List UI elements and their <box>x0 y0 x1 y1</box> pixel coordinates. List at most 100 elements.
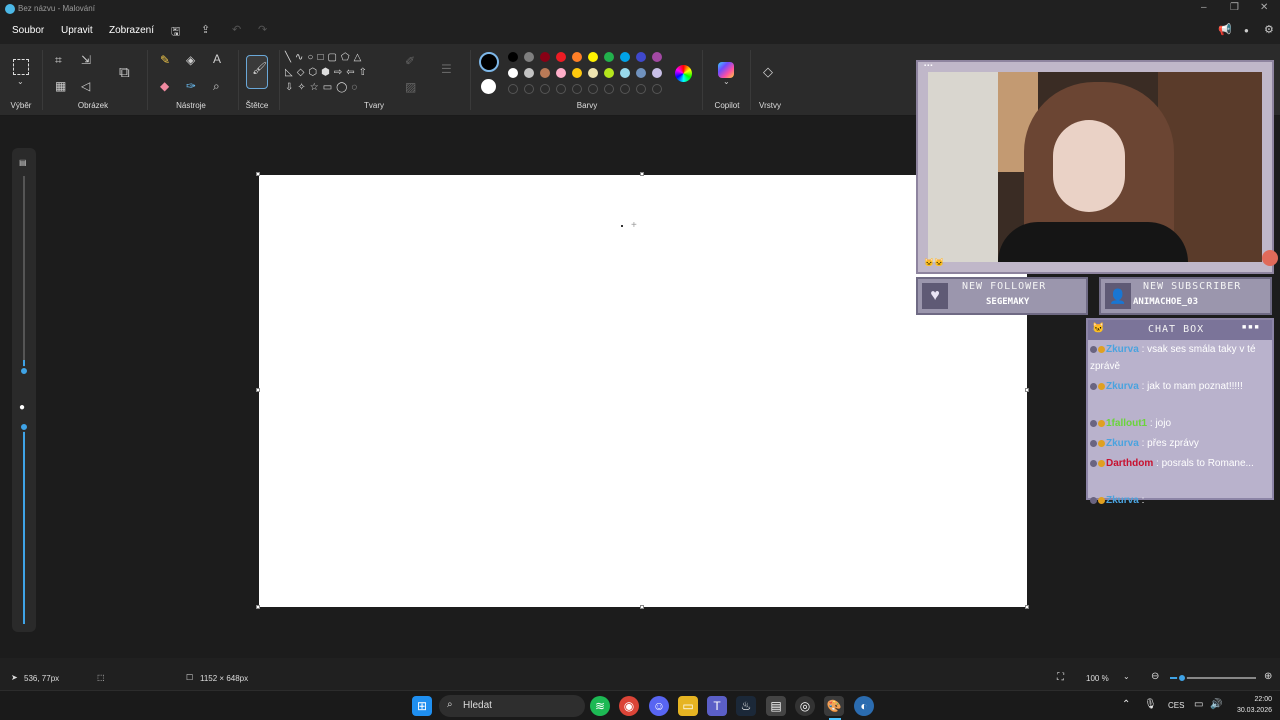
color-swatch[interactable] <box>524 68 534 78</box>
text-icon[interactable]: A <box>213 52 221 66</box>
color-swatch[interactable] <box>524 52 534 62</box>
opacity-slider-thumb[interactable] <box>19 422 29 432</box>
custom-color-slot[interactable] <box>588 84 598 94</box>
zoom-slider-thumb[interactable] <box>1177 673 1187 683</box>
line-size-icon[interactable]: ☰ <box>441 62 452 76</box>
size-slider-track[interactable] <box>23 176 25 372</box>
teams-icon[interactable]: T <box>707 696 727 716</box>
account-icon[interactable]: ● <box>1244 26 1249 35</box>
settings-icon[interactable]: ⚙ <box>1264 23 1274 36</box>
selection-tool-icon[interactable] <box>13 59 29 75</box>
color-swatch[interactable] <box>636 68 646 78</box>
zoom-level[interactable]: 100 % <box>1086 674 1109 683</box>
resize-handle[interactable] <box>1025 605 1029 609</box>
color-swatch[interactable] <box>636 52 646 62</box>
resize-handle[interactable] <box>640 172 644 176</box>
color-swatch[interactable] <box>540 52 550 62</box>
maximize-icon[interactable]: ❐ <box>1230 2 1239 13</box>
close-icon[interactable]: ✕ <box>1260 2 1268 13</box>
shapes-gallery[interactable]: ╲∿○□▢⬠△ ◺◇⬡⬢⇨⇦⇧ ⇩✧☆▭◯◌ <box>285 50 395 100</box>
menu-file[interactable]: Soubor <box>12 25 44 36</box>
color-swatch[interactable] <box>572 52 582 62</box>
zoom-out-icon[interactable]: ⊖ <box>1151 671 1159 682</box>
color-swatch[interactable] <box>572 68 582 78</box>
clock[interactable]: 22:00 30.03.2026 <box>1232 694 1272 716</box>
menu-edit[interactable]: Upravit <box>61 25 93 36</box>
drawing-canvas[interactable]: + <box>259 175 1027 607</box>
background-removal-icon[interactable]: ▦ <box>55 79 66 93</box>
color-swatch[interactable] <box>604 52 614 62</box>
color-swatch[interactable] <box>620 68 630 78</box>
size-slider-thumb[interactable] <box>19 366 29 376</box>
spotify-icon[interactable]: ≋ <box>590 696 610 716</box>
microphone-icon[interactable]: 🎙 <box>1144 699 1157 710</box>
custom-color-slot[interactable] <box>524 84 534 94</box>
color-swatch[interactable] <box>588 68 598 78</box>
color-swatch[interactable] <box>508 52 518 62</box>
color-swatch[interactable] <box>588 52 598 62</box>
paint-taskbar-icon[interactable]: 🎨 <box>824 696 844 716</box>
save-icon[interactable]: 🖫 <box>171 23 180 42</box>
calculator-icon[interactable]: ▤ <box>766 696 786 716</box>
start-button[interactable]: ⊞ <box>412 696 432 716</box>
brushes-button[interactable]: 🖌 <box>246 55 268 89</box>
chevron-down-icon[interactable]: ⌄ <box>1123 672 1130 681</box>
fill-shape-icon[interactable]: ▨ <box>405 80 416 94</box>
color-swatch[interactable] <box>556 68 566 78</box>
tray-overflow-icon[interactable]: ⌃ <box>1122 699 1130 710</box>
pencil-icon[interactable]: ✎ <box>160 53 170 67</box>
search-box[interactable]: ⌕ Hledat <box>439 695 585 717</box>
resize-handle[interactable] <box>256 605 260 609</box>
color-swatch[interactable] <box>652 52 662 62</box>
network-icon[interactable]: ▭ <box>1194 699 1203 710</box>
resize-handle[interactable] <box>1025 388 1029 392</box>
color-picker-icon[interactable]: ✑ <box>186 79 196 93</box>
chevron-down-icon[interactable]: ⌄ <box>17 77 24 86</box>
resize-handle[interactable] <box>256 172 260 176</box>
steam-icon[interactable]: ♨ <box>736 696 756 716</box>
color-swatch[interactable] <box>620 52 630 62</box>
file-explorer-icon[interactable]: ▭ <box>678 696 698 716</box>
obs-icon[interactable]: ◎ <box>795 696 815 716</box>
copilot-icon[interactable] <box>718 62 734 78</box>
volume-icon[interactable]: 🔊 <box>1210 699 1222 710</box>
discord-icon[interactable]: ☺ <box>649 696 669 716</box>
undo-icon[interactable]: ↶ <box>232 23 241 36</box>
resize-icon[interactable]: ⇲ <box>81 53 91 67</box>
color-swatch[interactable] <box>540 68 550 78</box>
eraser-icon[interactable]: ◆ <box>160 79 169 93</box>
redo-icon[interactable]: ↷ <box>258 23 267 36</box>
custom-color-slot[interactable] <box>620 84 630 94</box>
edit-colors-icon[interactable] <box>675 65 692 82</box>
custom-color-slot[interactable] <box>636 84 646 94</box>
shapes-row-3[interactable]: ⇩✧☆▭◯◌ <box>285 80 395 95</box>
custom-color-slot[interactable] <box>652 84 662 94</box>
custom-color-slot[interactable] <box>556 84 566 94</box>
resize-handle[interactable] <box>640 605 644 609</box>
shapes-row-1[interactable]: ╲∿○□▢⬠△ <box>285 50 395 65</box>
language-indicator[interactable]: CES <box>1168 701 1184 710</box>
fill-icon[interactable]: ◈ <box>186 53 195 67</box>
opacity-slider-track[interactable] <box>23 426 25 624</box>
share-icon[interactable]: ⇪ <box>201 23 210 36</box>
resize-handle[interactable] <box>256 388 260 392</box>
layers-icon[interactable]: ◇ <box>763 64 773 80</box>
zoom-in-icon[interactable]: ⊕ <box>1264 671 1272 682</box>
paint-3d-icon[interactable]: ◐ <box>854 696 874 716</box>
image-creator-icon[interactable]: ⧉ <box>119 64 130 81</box>
minimize-icon[interactable]: – <box>1201 2 1207 13</box>
announcement-icon[interactable]: 📢 <box>1218 23 1232 36</box>
color-swatch[interactable] <box>604 68 614 78</box>
magnifier-icon[interactable]: ⌕ <box>213 79 220 94</box>
chevron-down-icon[interactable]: ⌄ <box>723 77 730 86</box>
chrome-icon[interactable]: ◉ <box>619 696 639 716</box>
secondary-color[interactable] <box>481 79 496 94</box>
shapes-row-2[interactable]: ◺◇⬡⬢⇨⇦⇧ <box>285 65 395 80</box>
menu-view[interactable]: Zobrazení <box>109 25 154 36</box>
custom-color-slot[interactable] <box>508 84 518 94</box>
rotate-icon[interactable]: ◁ <box>81 79 90 93</box>
custom-color-slot[interactable] <box>604 84 614 94</box>
custom-color-slot[interactable] <box>540 84 550 94</box>
crop-icon[interactable]: ⌗ <box>55 53 62 68</box>
custom-color-slot[interactable] <box>572 84 582 94</box>
